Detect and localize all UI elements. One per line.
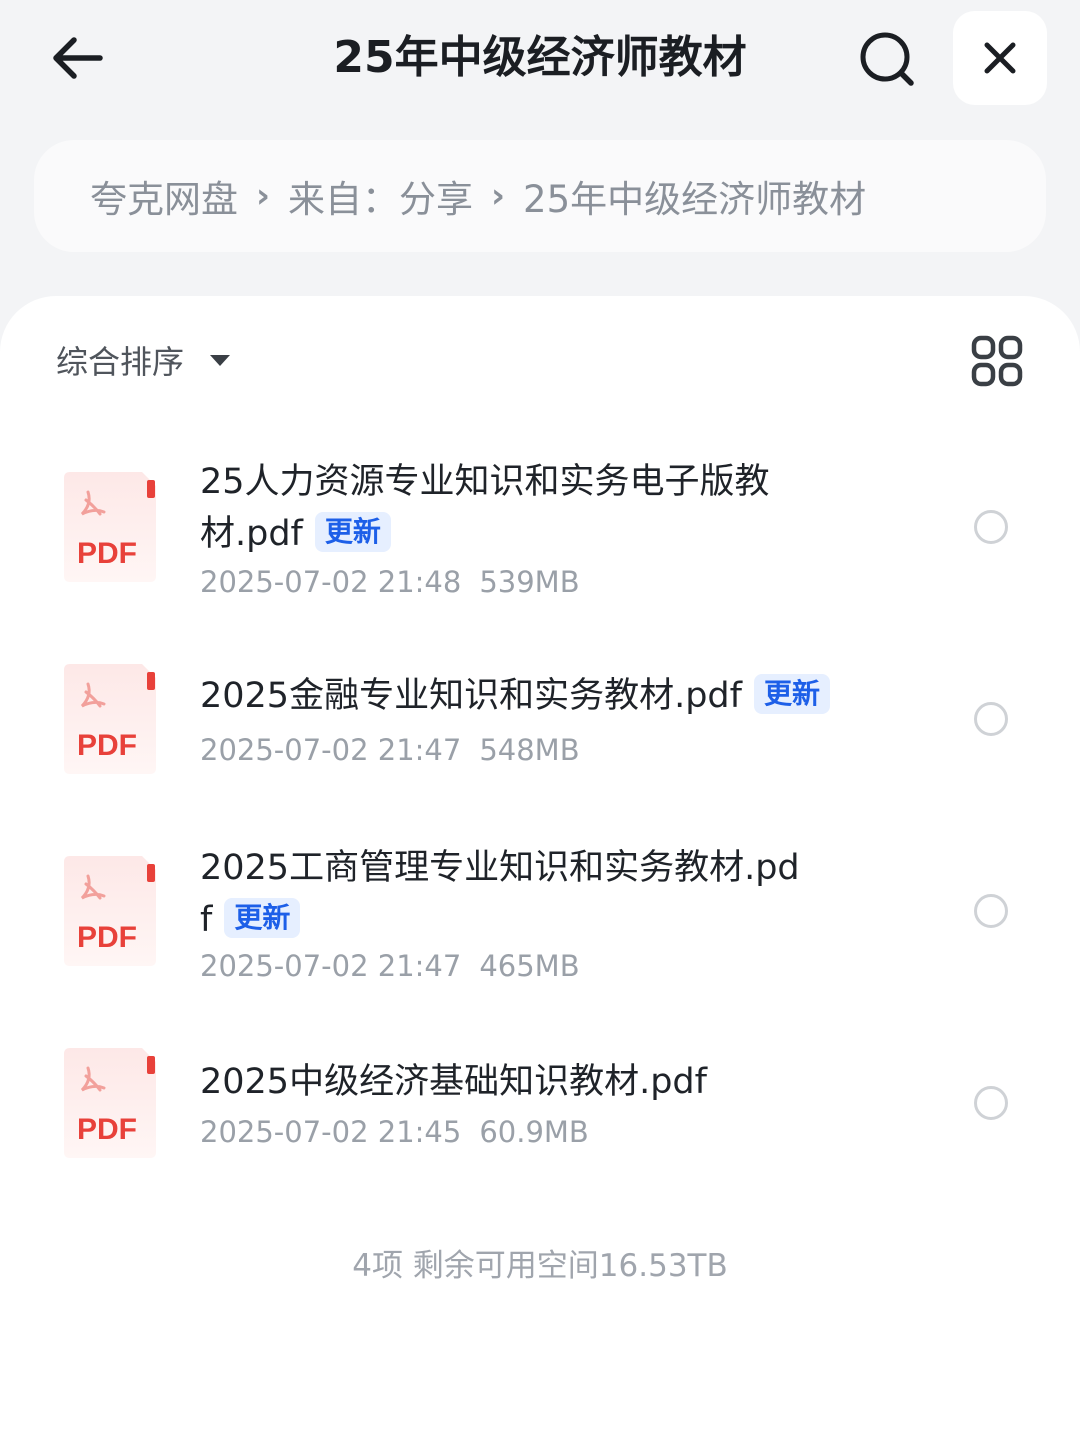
file-name: 2025中级经济基础知识教材.pdf [200,1062,707,1102]
svg-text:PDF: PDF [77,921,137,954]
file-date: 2025-07-02 21:45 [200,1115,462,1149]
svg-text:PDF: PDF [77,1113,137,1146]
file-meta: 2025-07-02 21:48 539MB [200,562,580,602]
close-button[interactable] [953,11,1047,105]
select-radio[interactable] [974,1086,1008,1120]
file-size: 539MB [479,565,580,599]
sort-dropdown[interactable]: 综合排序 [56,332,231,388]
caret-down-icon [210,354,231,366]
sort-label: 综合排序 [56,343,185,381]
select-radio[interactable] [974,702,1008,736]
page-title: 25年中级经济师教材 [333,32,747,83]
search-icon [860,32,914,86]
file-date: 2025-07-02 21:47 [200,949,462,983]
top-bar: 25年中级经济师教材 [0,0,1080,120]
svg-text:PDF: PDF [77,537,137,570]
breadcrumb: 夸克网盘 › 来自：分享 › 25年中级经济师教材 [34,140,1046,252]
file-size: 548MB [479,733,580,767]
view-toggle-button[interactable] [970,334,1024,388]
file-date: 2025-07-02 21:48 [200,565,462,599]
file-browser-page: 25年中级经济师教材 夸克网盘 › 来自：分享 › 25年中级经济师教材 综合排… [0,0,1080,1440]
storage-summary: 4项 剩余可用空间16.53TB [352,1248,728,1284]
chevron-right-icon: › [491,176,506,216]
breadcrumb-item-root[interactable]: 夸克网盘 [90,169,238,223]
search-button[interactable] [850,22,926,98]
grid-view-icon [971,335,1023,387]
svg-text:PDF: PDF [77,729,137,762]
file-meta: 2025-07-02 21:47 465MB [200,946,580,986]
file-size: 60.9MB [479,1115,589,1149]
update-badge: 更新 [314,512,391,552]
update-badge: 更新 [224,898,301,938]
close-icon [984,42,1016,74]
file-meta: 2025-07-02 21:45 60.9MB [200,1112,589,1152]
select-radio[interactable] [974,894,1008,928]
arrow-left-icon [53,37,103,79]
breadcrumb-item-current: 25年中级经济师教材 [523,178,867,221]
file-name: 2025金融专业知识和实务教材.pdf 更新 [200,670,900,722]
file-name: 25人力资源专业知识和实务电子版教材.pdf 更新 [200,462,770,554]
breadcrumb-item-share[interactable]: 来自：分享 [288,169,473,223]
update-badge: 更新 [753,674,830,714]
chevron-right-icon: › [256,176,271,216]
file-name: 2025工商管理专业知识和实务教材.pdf 更新 [200,848,800,940]
pdf-file-icon: PDF [64,472,156,582]
select-radio[interactable] [974,510,1008,544]
pdf-file-icon: PDF [64,856,156,966]
pdf-file-icon: PDF [64,1048,156,1158]
file-meta: 2025-07-02 21:47 548MB [200,730,580,770]
file-date: 2025-07-02 21:47 [200,733,462,767]
file-size: 465MB [479,949,580,983]
back-button[interactable] [40,22,112,94]
pdf-file-icon: PDF [64,664,156,774]
file-list-panel: 综合排序 PDF 25人力资源专业知识和实务电子版教材.pdf 更新 2025-0… [0,296,1080,1440]
